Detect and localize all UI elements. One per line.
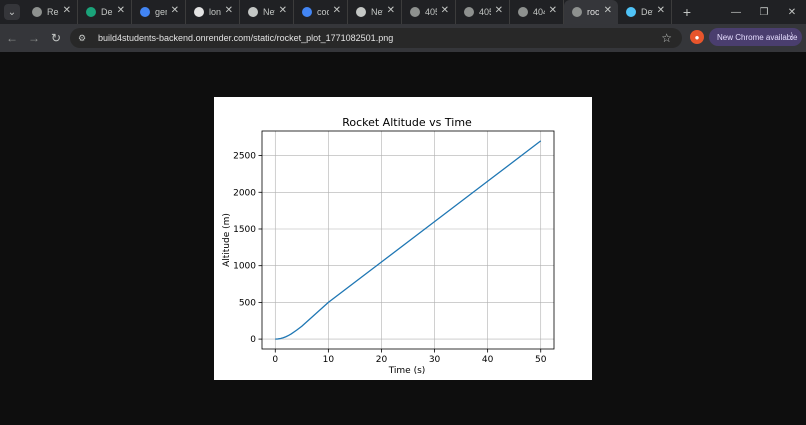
close-tab-icon[interactable]: ✕ [279, 5, 287, 16]
reload-button[interactable]: ↻ [46, 28, 66, 48]
y-tick-label: 0 [250, 335, 256, 345]
close-window-button[interactable]: ✕ [778, 0, 806, 24]
chevron-down-icon: ⌄ [7, 6, 17, 18]
window-controls: — ❐ ✕ [722, 0, 806, 24]
close-tab-icon[interactable]: ✕ [495, 5, 503, 16]
chrome-icon [356, 7, 366, 17]
rocket-plot-image: Rocket Altitude vs Time 0 10 20 30 40 50 0 500 1… [214, 97, 592, 380]
tab-title: Rea [47, 7, 59, 17]
close-tab-icon[interactable]: ✕ [117, 5, 125, 16]
arrow-right-icon: → [28, 31, 40, 45]
globe-icon [410, 7, 420, 17]
chrome-icon [248, 7, 258, 17]
tab-title: gen [155, 7, 167, 17]
globe-icon [518, 7, 528, 17]
dev-icon [626, 7, 636, 17]
close-tab-icon[interactable]: ✕ [387, 5, 395, 16]
x-tick-label: 40 [482, 355, 494, 365]
browser-tab[interactable]: Nev ✕ [348, 0, 402, 24]
url-text[interactable]: build4students-backend.onrender.com/stat… [98, 33, 393, 43]
tab-title: 404 [533, 7, 545, 17]
arrow-left-icon: ← [6, 31, 18, 45]
y-tick-label: 2500 [233, 152, 256, 162]
browser-tab[interactable]: gen ✕ [132, 0, 186, 24]
tab-title: roc [587, 7, 599, 17]
y-tick-label: 2000 [233, 188, 256, 198]
menu-dots-icon[interactable]: ⋮ [787, 31, 796, 42]
y-tick-label: 1500 [233, 225, 256, 235]
deploy-icon [86, 7, 96, 17]
extension-icon[interactable]: ● [690, 30, 704, 44]
browser-tab[interactable]: Nev ✕ [240, 0, 294, 24]
browser-tab[interactable]: cod ✕ [294, 0, 348, 24]
altitude-series-line [275, 140, 542, 340]
site-info-icon[interactable]: ⚙ [78, 33, 90, 44]
tab-title: 405 [425, 7, 437, 17]
y-axis-label: Altitude (m) [222, 213, 232, 267]
close-tab-icon[interactable]: ✕ [63, 5, 71, 16]
x-tick-label: 50 [535, 355, 547, 365]
tab-title: cod [317, 7, 329, 17]
browser-tab[interactable]: roc ✕ [564, 0, 618, 24]
close-tab-icon[interactable]: ✕ [333, 5, 341, 16]
globe-icon [464, 7, 474, 17]
new-tab-button[interactable]: + [680, 4, 694, 20]
tab-title: Nev [263, 7, 275, 17]
x-tick-label: 10 [323, 355, 335, 365]
x-tick-label: 20 [376, 355, 388, 365]
browser-tab[interactable]: Dep ✕ [78, 0, 132, 24]
forward-button[interactable]: → [24, 28, 44, 48]
restore-button[interactable]: ❐ [750, 0, 778, 24]
back-button[interactable]: ← [2, 28, 22, 48]
browser-toolbar: ← → ↻ ⚙ build4students-backend.onrender.… [0, 24, 806, 52]
close-tab-icon[interactable]: ✕ [549, 5, 557, 16]
readme-icon [32, 7, 42, 17]
x-tick-label: 0 [272, 355, 278, 365]
tab-title: Dep [101, 7, 113, 17]
altitude-chart: Rocket Altitude vs Time 0 10 20 30 40 5005001… [222, 116, 555, 376]
tab-strip: ⌄ Rea✕Dep✕gen✕lon✕Nev✕cod✕Nev✕405✕405✕40… [0, 0, 806, 24]
tab-search-button[interactable]: ⌄ [4, 4, 20, 20]
close-tab-icon[interactable]: ✕ [225, 5, 233, 16]
browser-tab[interactable]: Rea ✕ [24, 0, 78, 24]
update-label: New Chrome available [717, 32, 798, 42]
browser-tab[interactable]: 405 ✕ [456, 0, 510, 24]
close-tab-icon[interactable]: ✕ [171, 5, 179, 16]
tab-title: Nev [371, 7, 383, 17]
chart-title: Rocket Altitude vs Time [342, 116, 472, 129]
tab-title: lon [209, 7, 221, 17]
x-tick-label: 30 [429, 355, 441, 365]
browser-tab[interactable]: 404 ✕ [510, 0, 564, 24]
tab-title: 405 [479, 7, 491, 17]
close-tab-icon[interactable]: ✕ [441, 5, 449, 16]
bookmark-star-icon[interactable]: ☆ [661, 31, 672, 45]
y-tick-label: 1000 [233, 262, 256, 272]
tab-list: Rea ✕ Dep ✕ gen ✕ lon ✕ Nev ✕ cod ✕ Nev ✕ 405 ✕ 405 ✕ 404 ✕… [24, 0, 672, 24]
browser-tab[interactable]: lon ✕ [186, 0, 240, 24]
google-icon [302, 7, 312, 17]
minimize-button[interactable]: — [722, 0, 750, 24]
browser-tab[interactable]: 405 ✕ [402, 0, 456, 24]
address-bar[interactable]: ⚙ build4students-backend.onrender.com/st… [70, 28, 682, 48]
google-icon [140, 7, 150, 17]
close-tab-icon[interactable]: ✕ [604, 5, 612, 16]
x-axis-label: Time (s) [388, 366, 426, 376]
github-icon [194, 7, 204, 17]
browser-tab[interactable]: Dev ✕ [618, 0, 672, 24]
close-tab-icon[interactable]: ✕ [657, 5, 665, 16]
tab-title: Dev [641, 7, 653, 17]
update-chrome-button[interactable]: New Chrome available ⋮ [709, 28, 802, 46]
globe-icon [572, 7, 582, 17]
y-tick-label: 500 [239, 298, 256, 308]
chart-ticks: 0 10 20 30 40 5005001000150020002500 [233, 152, 547, 365]
reload-icon: ↻ [50, 31, 62, 45]
